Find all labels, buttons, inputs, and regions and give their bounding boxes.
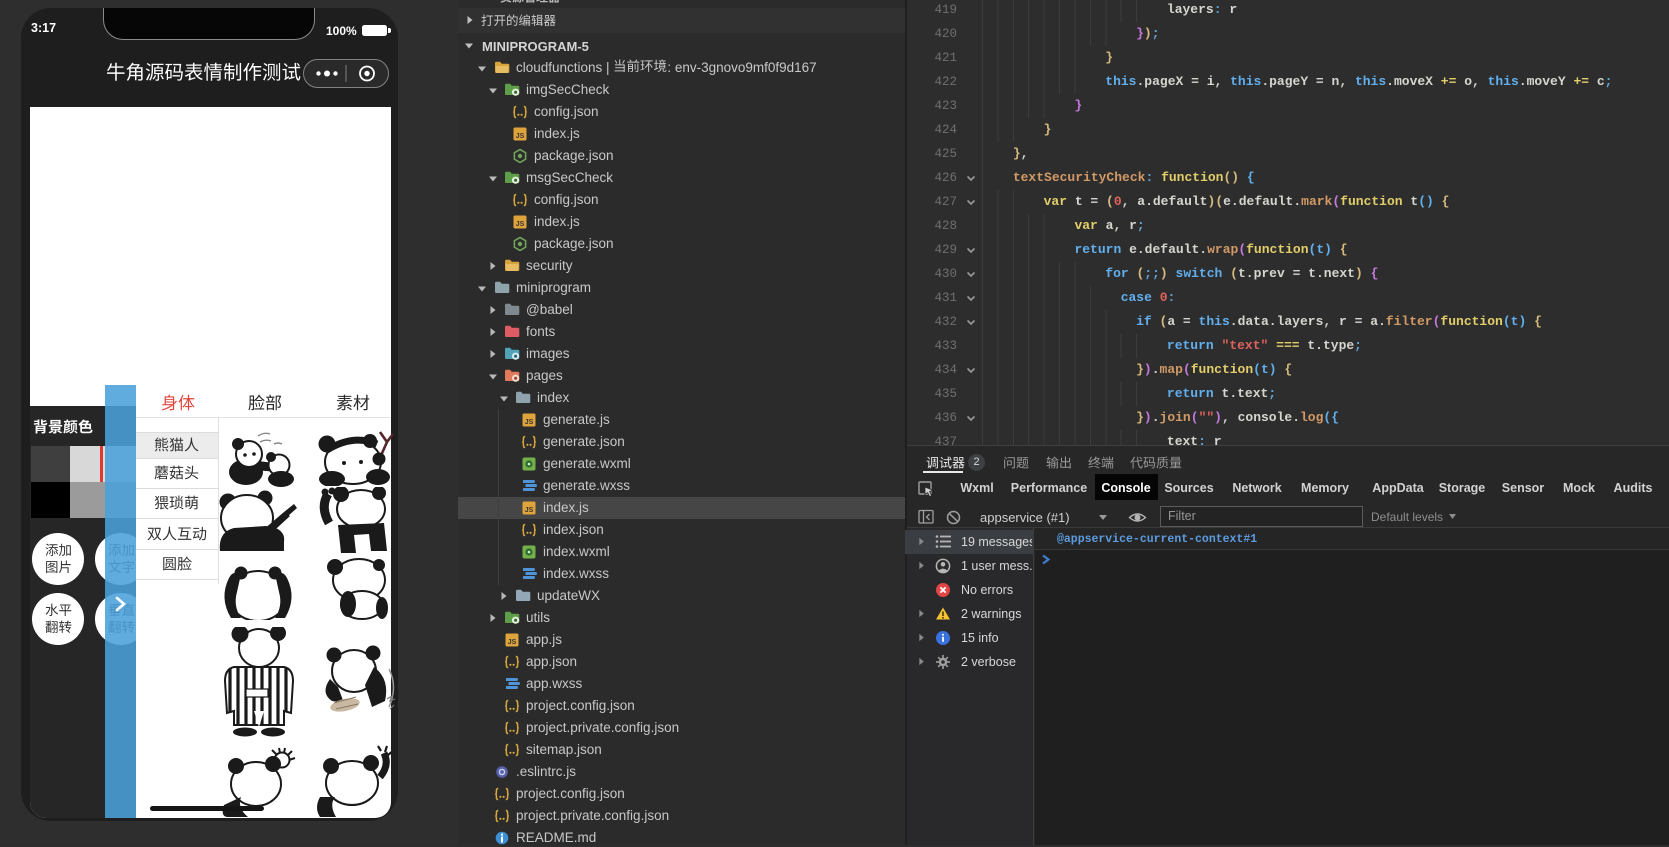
svg-text:JS: JS (516, 221, 525, 228)
svg-text:JS: JS (516, 133, 525, 140)
svg-text:JS: JS (525, 419, 534, 426)
svg-text:JS: JS (508, 639, 517, 646)
svg-text:JS: JS (525, 507, 534, 514)
